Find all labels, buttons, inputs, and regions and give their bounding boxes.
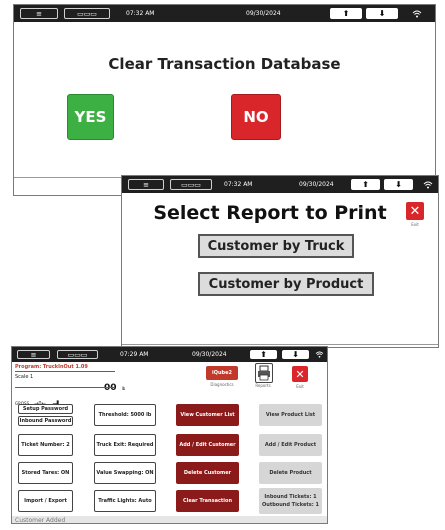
close-icon: ✕ bbox=[295, 367, 305, 381]
add-edit-product-button[interactable]: Add / Edit Product bbox=[259, 434, 322, 456]
status-date: 09/30/2024 bbox=[246, 10, 281, 17]
menu-icon: ≡ bbox=[30, 350, 37, 359]
truck-exit-button[interactable]: Truck Exit: Required bbox=[94, 434, 156, 456]
view-product-list-button[interactable]: View Product List bbox=[259, 404, 322, 426]
ticket-number-button[interactable]: Ticket Number: 2 bbox=[18, 434, 73, 456]
up-arrow-button[interactable]: ⬆ bbox=[250, 350, 277, 359]
exit-button[interactable]: ✕ bbox=[406, 202, 424, 220]
menu-button[interactable]: ≡ bbox=[128, 179, 164, 190]
weight-value: 00 bbox=[104, 383, 117, 393]
status-bar: ≡ ▭▭▭ 07:32 AM 09/30/2024 ⬆ ⬇ bbox=[122, 176, 438, 193]
scale-indicator[interactable]: ▭▭▭ bbox=[170, 179, 212, 190]
exit-label: Exit bbox=[296, 384, 304, 389]
menu-button[interactable]: ≡ bbox=[17, 350, 50, 359]
footer-status: Customer Added bbox=[15, 517, 66, 524]
reports-button[interactable] bbox=[255, 363, 273, 383]
clear-database-screen: ≡ ▭▭▭ 07:32 AM 09/30/2024 ⬆ ⬇ Clear Tran… bbox=[13, 4, 436, 196]
inbound-password-button[interactable]: Inbound Password bbox=[18, 416, 73, 426]
customer-by-product-button[interactable]: Customer by Product bbox=[198, 272, 374, 296]
stored-tares-button[interactable]: Stored Tares: ON bbox=[18, 462, 73, 484]
outbound-tickets: Outbound Tickets: 1 bbox=[262, 502, 319, 508]
status-time: 07:32 AM bbox=[126, 10, 155, 17]
no-button[interactable]: NO bbox=[231, 94, 281, 140]
delete-customer-button[interactable]: Delete Customer bbox=[176, 462, 239, 484]
down-arrow-button[interactable]: ⬇ bbox=[282, 350, 309, 359]
reports-label: Reports bbox=[255, 383, 271, 388]
up-arrow-button[interactable]: ⬆ bbox=[351, 179, 380, 190]
ticket-counts-panel: Inbound Tickets: 1 Outbound Tickets: 1 bbox=[259, 488, 322, 514]
delete-product-button[interactable]: Delete Product bbox=[259, 462, 322, 484]
arrow-down-icon: ⬇ bbox=[378, 9, 386, 18]
menu-button[interactable]: ≡ bbox=[20, 8, 58, 19]
scale-icon: ▭▭▭ bbox=[77, 9, 97, 18]
arrow-down-icon: ⬇ bbox=[395, 180, 402, 189]
clear-transaction-button[interactable]: Clear Transaction bbox=[176, 490, 239, 512]
menu-icon: ≡ bbox=[36, 9, 42, 18]
divider bbox=[122, 344, 438, 345]
page-title: Select Report to Print bbox=[153, 202, 387, 224]
select-report-screen: ≡ ▭▭▭ 07:32 AM 09/30/2024 ⬆ ⬇ Select Rep… bbox=[121, 175, 439, 348]
arrow-up-icon: ⬆ bbox=[260, 350, 267, 359]
exit-label: Exit bbox=[411, 222, 419, 227]
status-time: 07:32 AM bbox=[224, 181, 253, 188]
program-name: Program: TruckInOut 1.09 bbox=[15, 364, 88, 370]
down-arrow-button[interactable]: ⬇ bbox=[384, 179, 413, 190]
wifi-icon bbox=[412, 5, 422, 22]
value-swapping-button[interactable]: Value Swapping: ON bbox=[94, 462, 156, 484]
scale-indicator[interactable]: ▭▭▭ bbox=[64, 8, 110, 19]
scale-underline bbox=[15, 387, 115, 388]
scale-label: Scale 1 bbox=[15, 374, 34, 380]
program-underline bbox=[15, 371, 115, 372]
status-date: 09/30/2024 bbox=[192, 351, 227, 358]
inbound-tickets: Inbound Tickets: 1 bbox=[264, 494, 317, 500]
setup-password-button[interactable]: Setup Password bbox=[18, 404, 73, 414]
main-menu-screen: ≡ ▭▭▭ 07:29 AM 09/30/2024 ⬆ ⬇ Program: T… bbox=[11, 346, 328, 524]
page-title: Clear Transaction Database bbox=[108, 55, 341, 73]
menu-icon: ≡ bbox=[143, 180, 149, 189]
import-export-button[interactable]: Import / Export bbox=[18, 490, 73, 512]
scale-icon: ▭▭▭ bbox=[181, 180, 201, 189]
yes-button[interactable]: YES bbox=[67, 94, 114, 140]
printer-icon bbox=[258, 365, 270, 381]
diagnostics-label: Diagnostics bbox=[210, 382, 234, 387]
add-edit-customer-button[interactable]: Add / Edit Customer bbox=[176, 434, 239, 456]
footer-status-bar: Customer Added bbox=[12, 516, 327, 524]
arrow-down-icon: ⬇ bbox=[292, 350, 299, 359]
status-bar: ≡ ▭▭▭ 07:29 AM 09/30/2024 ⬆ ⬇ bbox=[12, 347, 327, 362]
customer-by-truck-button[interactable]: Customer by Truck bbox=[198, 234, 354, 258]
status-bar: ≡ ▭▭▭ 07:32 AM 09/30/2024 ⬆ ⬇ bbox=[14, 5, 435, 22]
down-arrow-button[interactable]: ⬇ bbox=[366, 8, 398, 19]
status-date: 09/30/2024 bbox=[299, 181, 334, 188]
close-icon: ✕ bbox=[409, 203, 421, 219]
wifi-icon bbox=[315, 347, 324, 362]
weight-display: 00 lb bbox=[104, 375, 125, 394]
wifi-icon bbox=[423, 176, 433, 193]
arrow-up-icon: ⬆ bbox=[342, 9, 350, 18]
threshold-button[interactable]: Threshold: 5000 lb bbox=[94, 404, 156, 426]
view-customer-list-button[interactable]: View Customer List bbox=[176, 404, 239, 426]
arrow-up-icon: ⬆ bbox=[362, 180, 369, 189]
traffic-lights-button[interactable]: Traffic Lights: Auto bbox=[94, 490, 156, 512]
scale-icon: ▭▭▭ bbox=[67, 350, 88, 359]
status-time: 07:29 AM bbox=[120, 351, 149, 358]
exit-button[interactable]: ✕ bbox=[292, 366, 308, 382]
iqube-button[interactable]: iQube2 bbox=[206, 366, 238, 380]
weight-unit: lb bbox=[121, 386, 126, 391]
scale-indicator[interactable]: ▭▭▭ bbox=[57, 350, 98, 359]
up-arrow-button[interactable]: ⬆ bbox=[330, 8, 362, 19]
